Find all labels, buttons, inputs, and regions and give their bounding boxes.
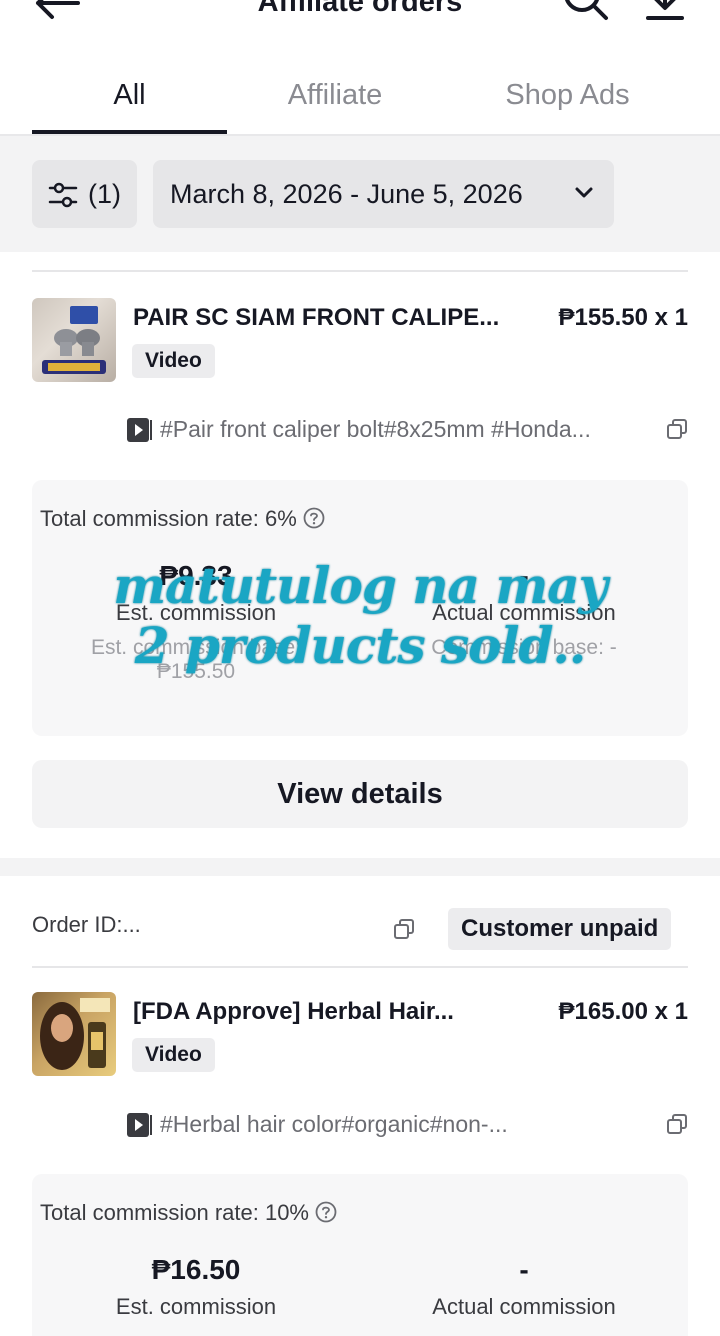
video-hashtags: #Pair front caliper bolt#8x25mm #Honda..… [160, 416, 591, 442]
linked-video-row[interactable]: #Pair front caliper bolt#8x25mm #Honda..… [126, 414, 688, 444]
copy-icon[interactable] [666, 1113, 688, 1135]
actual-commission-amount: - [519, 1254, 529, 1285]
order-card: PAIR SC SIAM FRONT CALIPE... ₱155.50 x 1… [0, 252, 720, 858]
order-id: Order ID:... [32, 912, 141, 937]
page-title: Affiliate orders [257, 0, 463, 18]
video-play-icon [127, 1113, 152, 1137]
date-range-label: March 8, 2026 - June 5, 2026 [170, 179, 523, 209]
divider [32, 270, 688, 272]
est-commission-label: Est. commission [115, 600, 277, 625]
copy-icon[interactable] [666, 418, 688, 440]
est-commission-base-value: ₱155.50 [156, 660, 236, 683]
product-price: ₱165.00 x 1 [558, 998, 688, 1025]
product-thumbnail[interactable] [32, 298, 116, 382]
top-bar: Affiliate orders [0, 0, 720, 62]
est-commission-amount: ₱16.50 [151, 1254, 241, 1285]
tab-shop-ads[interactable]: Shop Ads [470, 62, 665, 134]
order-card: Order ID:... Customer unpaid [FDA Approv… [0, 876, 720, 1336]
actual-commission-column: - Actual commission Commission base: - [374, 560, 674, 660]
actual-commission-base: Commission base: - [431, 636, 617, 659]
active-tab-indicator [32, 130, 227, 134]
commission-rate-text: Total commission rate: 6% [40, 506, 297, 531]
help-icon[interactable] [315, 1201, 337, 1223]
divider [32, 966, 688, 968]
commission-rate: Total commission rate: 6% [40, 506, 325, 532]
download-icon[interactable] [642, 0, 688, 26]
actual-commission-column: - Actual commission [374, 1254, 674, 1320]
product-name[interactable]: [FDA Approve] Herbal Hair... [133, 998, 454, 1026]
video-badge: Video [132, 1038, 215, 1072]
filter-sliders-icon [48, 182, 78, 208]
commission-panel: Total commission rate: 10% ₱16.50 Est. c… [32, 1174, 688, 1336]
est-commission-base: Est. commission base: [90, 636, 302, 659]
video-hashtags: #Herbal hair color#organic#non-... [160, 1111, 508, 1137]
help-icon[interactable] [303, 507, 325, 529]
est-commission-amount: ₱9.33 [159, 560, 233, 591]
product-image-icon [40, 998, 110, 1070]
order-type-tabs: All Affiliate Shop Ads [0, 62, 720, 136]
video-play-icon [127, 418, 152, 442]
chevron-down-icon [575, 187, 593, 198]
tab-affiliate[interactable]: Affiliate [240, 62, 430, 134]
filter-bar: (1) March 8, 2026 - June 5, 2026 [0, 136, 720, 252]
copy-order-id-icon[interactable] [393, 918, 415, 940]
section-separator [0, 858, 720, 876]
commission-rate: Total commission rate: 10% [40, 1200, 337, 1226]
linked-video-row[interactable]: #Herbal hair color#organic#non-... [126, 1109, 688, 1139]
commission-rate-text: Total commission rate: 10% [40, 1200, 309, 1225]
est-commission-label: Est. commission [115, 1294, 277, 1319]
est-commission-column: ₱16.50 Est. commission [46, 1254, 346, 1320]
actual-commission-label: Actual commission [432, 1294, 616, 1319]
product-name[interactable]: PAIR SC SIAM FRONT CALIPE... [133, 304, 499, 332]
product-image-icon [42, 306, 106, 374]
actual-commission-amount: - [519, 560, 529, 591]
commission-panel: Total commission rate: 6% ₱9.33 Est. com… [32, 480, 688, 736]
tab-all[interactable]: All [32, 62, 227, 134]
product-price: ₱155.50 x 1 [558, 304, 688, 331]
search-icon[interactable] [560, 0, 610, 26]
product-thumbnail[interactable] [32, 992, 116, 1076]
date-range-selector[interactable]: March 8, 2026 - June 5, 2026 [153, 160, 614, 228]
order-status-badge: Customer unpaid [448, 908, 672, 950]
video-badge: Video [132, 344, 215, 378]
filter-count: (1) [88, 179, 121, 209]
actual-commission-label: Actual commission [432, 600, 616, 625]
est-commission-column: ₱9.33 Est. commission Est. commission ba… [46, 560, 346, 684]
filter-button[interactable]: (1) [32, 160, 137, 228]
view-details-button[interactable]: View details [32, 760, 688, 828]
